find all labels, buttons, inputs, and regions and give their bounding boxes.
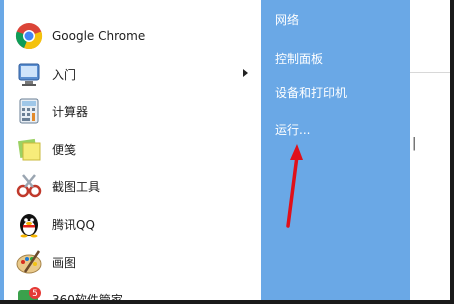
divider: [410, 72, 450, 73]
program-label: 腾讯QQ: [52, 217, 95, 232]
program-getting-started[interactable]: 入门: [14, 57, 258, 91]
link-run[interactable]: 运行...: [275, 121, 310, 138]
badge-count: 5: [32, 289, 38, 299]
submenu-arrow-icon: [243, 69, 248, 77]
program-label: 计算器: [52, 104, 89, 119]
program-label: Google Chrome: [52, 29, 146, 43]
background-window: |: [410, 0, 450, 304]
program-sticky-notes[interactable]: 便笺: [14, 132, 258, 166]
getting-started-icon: [14, 59, 44, 89]
chrome-icon: [14, 21, 44, 51]
program-label: 便笺: [52, 142, 77, 157]
program-google-chrome[interactable]: Google Chrome: [14, 19, 258, 53]
link-network[interactable]: 网络: [275, 11, 299, 28]
programs-list: Google Chrome 入门 计算器 便笺 截图工具 腾讯QQ 画图 5 3…: [4, 0, 261, 304]
sticky-notes-icon: [14, 134, 44, 164]
annotation-arrow-icon: [286, 144, 303, 228]
calculator-icon: [14, 96, 44, 126]
snipping-tool-icon: [14, 171, 44, 201]
paint-icon: [14, 247, 44, 277]
program-paint[interactable]: 画图: [14, 245, 258, 279]
program-label: 入门: [52, 67, 77, 82]
program-snipping-tool[interactable]: 截图工具: [14, 169, 258, 203]
program-tencent-qq[interactable]: 腾讯QQ: [14, 207, 258, 241]
program-label: 画图: [52, 255, 77, 270]
screenshot-border-right: [450, 0, 454, 304]
screenshot-frame: Google Chrome 入门 计算器 便笺 截图工具 腾讯QQ 画图 5 3…: [0, 0, 454, 304]
program-calculator[interactable]: 计算器: [14, 94, 258, 128]
qq-penguin-icon: [14, 209, 44, 239]
program-label: 截图工具: [52, 179, 101, 194]
partial-text-glyph: |: [412, 136, 417, 151]
link-control-panel[interactable]: 控制面板: [275, 50, 323, 67]
link-devices-and-printers[interactable]: 设备和打印机: [275, 84, 347, 101]
screenshot-border-bottom: [0, 300, 454, 304]
